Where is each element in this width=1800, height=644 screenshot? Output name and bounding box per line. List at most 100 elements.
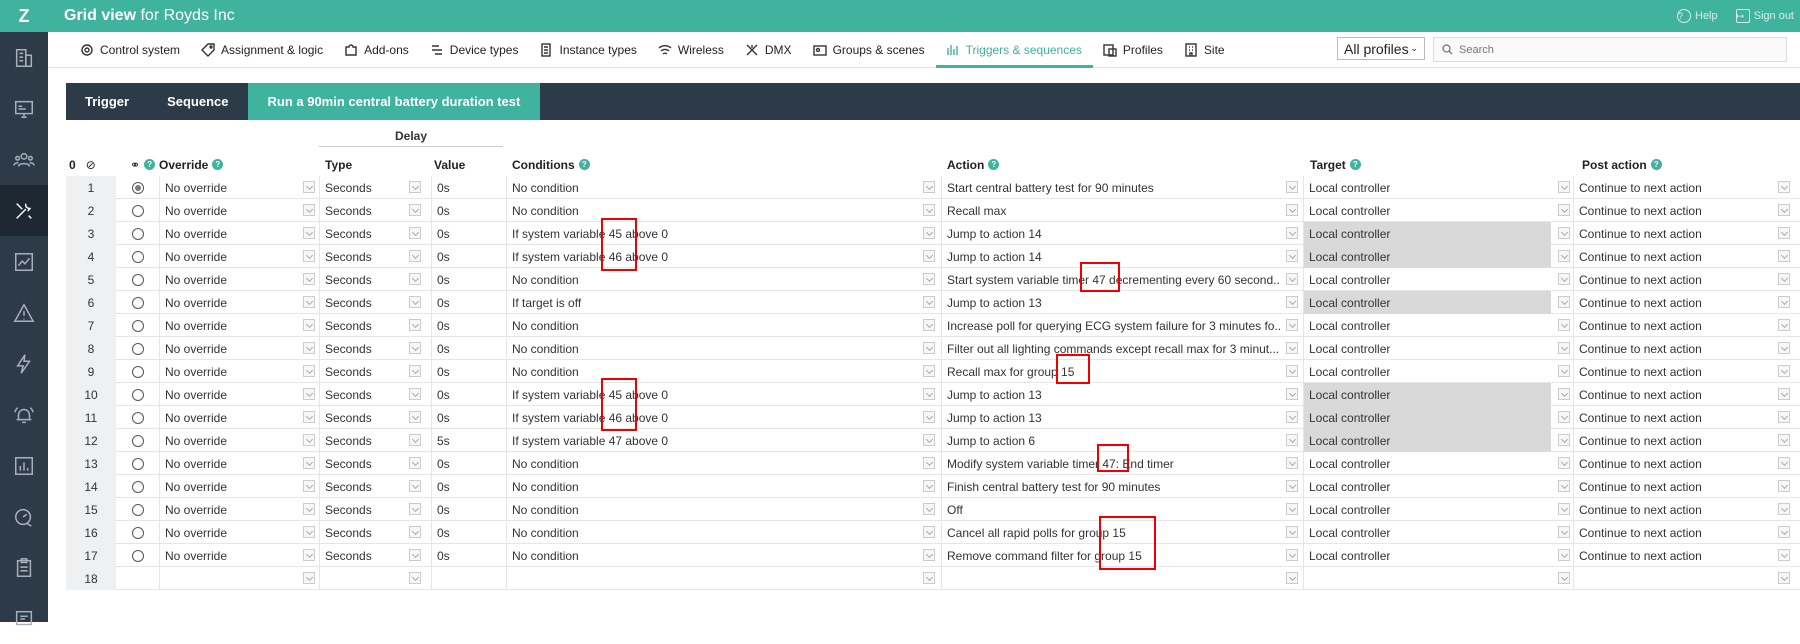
chevron-down-icon[interactable] [923,227,935,239]
app-logo[interactable]: Z [0,0,48,32]
target-cell[interactable]: Local controller [1303,521,1551,544]
type-cell[interactable]: Seconds [319,452,409,475]
chevron-down-icon[interactable] [1558,250,1570,262]
chevron-down-icon[interactable] [923,342,935,354]
row-radio[interactable] [131,181,144,194]
row-radio[interactable] [131,526,144,539]
chevron-down-icon[interactable] [303,411,315,423]
chevron-down-icon[interactable] [1778,388,1790,400]
value-cell[interactable]: 0s [431,176,481,199]
override-cell[interactable]: No override [159,406,303,429]
override-cell[interactable]: No override [159,521,303,544]
post-action-cell[interactable] [1573,567,1778,590]
nav-control-system[interactable]: Control system [70,32,191,68]
sidebar-item-tools[interactable] [0,185,48,236]
chevron-down-icon[interactable] [1286,250,1298,262]
chevron-down-icon[interactable] [1286,296,1298,308]
table-row[interactable]: 16 No override Seconds 0s No condition Cancel… [66,521,1800,544]
tab-sequence[interactable]: Sequence [148,83,247,120]
row-select[interactable] [116,314,159,337]
value-cell[interactable]: 0s [431,291,481,314]
override-cell[interactable]: No override [159,337,303,360]
chevron-down-icon[interactable] [303,526,315,538]
chevron-down-icon[interactable] [303,457,315,469]
chevron-down-icon[interactable] [1778,227,1790,239]
target-cell[interactable]: Local controller [1303,360,1551,383]
row-select[interactable] [116,544,159,567]
chevron-down-icon[interactable] [409,227,421,239]
chevron-down-icon[interactable] [1286,526,1298,538]
action-cell[interactable]: Filter out all lighting commands except … [941,337,1281,360]
chevron-down-icon[interactable] [303,572,315,584]
chevron-down-icon[interactable] [923,434,935,446]
target-cell[interactable]: Local controller [1303,406,1551,429]
conditions-cell[interactable]: If system variable 46 above 0 [506,245,919,268]
chevron-down-icon[interactable] [409,411,421,423]
chevron-down-icon[interactable] [409,296,421,308]
conditions-cell[interactable]: No condition [506,498,919,521]
action-cell[interactable] [941,567,1281,590]
chevron-down-icon[interactable] [1558,181,1570,193]
conditions-cell[interactable]: If target is off [506,291,919,314]
row-select[interactable] [116,291,159,314]
chevron-down-icon[interactable] [1286,227,1298,239]
chevron-down-icon[interactable] [303,319,315,331]
chevron-down-icon[interactable] [923,181,935,193]
post-action-cell[interactable]: Continue to next action [1573,521,1778,544]
type-cell[interactable]: Seconds [319,429,409,452]
value-cell[interactable]: 0s [431,245,481,268]
target-cell[interactable]: Local controller [1303,314,1551,337]
row-radio[interactable] [131,411,144,424]
override-cell[interactable]: No override [159,268,303,291]
action-cell[interactable]: Finish central battery test for 90 minut… [941,475,1281,498]
sidebar-item-warning[interactable] [0,287,48,338]
chevron-down-icon[interactable] [1558,526,1570,538]
target-cell[interactable]: Local controller [1303,199,1551,222]
post-action-cell[interactable]: Continue to next action [1573,337,1778,360]
chevron-down-icon[interactable] [1778,342,1790,354]
chevron-down-icon[interactable] [923,319,935,331]
table-row[interactable]: 1 No override Seconds 0s No condition Start c… [66,176,1800,199]
chevron-down-icon[interactable] [303,181,315,193]
action-cell[interactable]: Jump to action 13 [941,406,1281,429]
chevron-down-icon[interactable] [303,296,315,308]
search-input[interactable] [1459,43,1759,56]
conditions-cell[interactable]: No condition [506,199,919,222]
chevron-down-icon[interactable] [1558,319,1570,331]
value-cell[interactable]: 0s [431,544,481,567]
conditions-cell[interactable]: If system variable 45 above 0 [506,222,919,245]
row-select[interactable] [116,199,159,222]
chevron-down-icon[interactable] [923,526,935,538]
type-cell[interactable]: Seconds [319,222,409,245]
value-cell[interactable]: 0s [431,475,481,498]
table-row[interactable]: 14 No override Seconds 0s No condition Finish… [66,475,1800,498]
chevron-down-icon[interactable] [1778,434,1790,446]
sign-out-link[interactable]: ↦ Sign out [1735,9,1794,23]
target-cell[interactable]: Local controller [1303,268,1551,291]
row-select[interactable] [116,521,159,544]
post-action-cell[interactable]: Continue to next action [1573,314,1778,337]
chevron-down-icon[interactable] [303,250,315,262]
sidebar-item-users[interactable] [0,134,48,185]
post-action-cell[interactable]: Continue to next action [1573,176,1778,199]
chevron-down-icon[interactable] [1778,204,1790,216]
chevron-down-icon[interactable] [303,480,315,492]
conditions-cell[interactable]: If system variable 45 above 0 [506,383,919,406]
chevron-down-icon[interactable] [1558,503,1570,515]
nav-device-types[interactable]: Device types [420,32,530,68]
conditions-cell[interactable]: If system variable 47 above 0 [506,429,919,452]
sidebar-item-reports[interactable] [0,236,48,287]
row-radio[interactable] [131,342,144,355]
sidebar-item-chart[interactable] [0,440,48,491]
chevron-down-icon[interactable] [1286,549,1298,561]
row-radio[interactable] [131,549,144,562]
chevron-down-icon[interactable] [1286,181,1298,193]
chevron-down-icon[interactable] [1286,319,1298,331]
chevron-down-icon[interactable] [1778,526,1790,538]
nav-instance-types[interactable]: Instance types [529,32,647,68]
row-radio[interactable] [131,273,144,286]
chevron-down-icon[interactable] [923,457,935,469]
type-cell[interactable]: Seconds [319,199,409,222]
table-row[interactable]: 8 No override Seconds 0s No condition Filter … [66,337,1800,360]
type-cell[interactable]: Seconds [319,245,409,268]
